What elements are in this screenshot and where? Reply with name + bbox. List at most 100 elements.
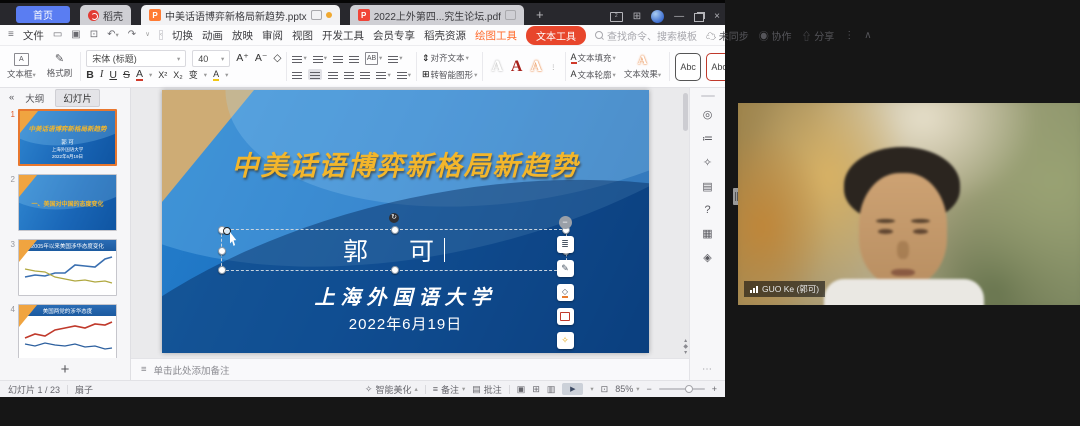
slide-organization[interactable]: 上海外国语大学 bbox=[162, 281, 649, 310]
pdf-tab[interactable]: P 2022上外第四...究生论坛.pdf bbox=[350, 5, 524, 25]
redo-icon[interactable]: ↷ bbox=[128, 30, 136, 40]
sync-status[interactable]: ☁ 未同步 bbox=[706, 28, 749, 43]
theme-name[interactable]: 扇子 bbox=[75, 383, 93, 396]
decrease-indent-button[interactable] bbox=[333, 55, 343, 62]
font-name-select[interactable]: 宋体 (标题)▾ bbox=[86, 50, 186, 67]
numbering-button[interactable]: ▾ bbox=[397, 71, 411, 79]
underline-button[interactable]: U bbox=[109, 70, 117, 81]
play-options-caret[interactable]: ▾ bbox=[590, 385, 593, 393]
clear-format-icon[interactable]: ◇ bbox=[273, 53, 281, 64]
textbox-button[interactable]: A 文本框▾ bbox=[4, 48, 39, 85]
video-call-window[interactable]: GUO Ke (郭可) bbox=[738, 103, 1080, 305]
tab-grid-icon[interactable]: ⊞ bbox=[633, 12, 641, 22]
text-outline-button[interactable]: A文本轮廓▾ bbox=[571, 69, 616, 81]
rotate-handle[interactable]: ↻ bbox=[389, 213, 399, 223]
menu-slideshow[interactable]: 放映 bbox=[232, 28, 253, 43]
premium-gem-icon[interactable]: ◈ bbox=[703, 251, 711, 264]
thumbnail-slide-4[interactable]: 4 美国两党的涉华态度 bbox=[5, 304, 130, 358]
view-mode-icon[interactable]: 2 bbox=[610, 12, 623, 22]
align-left-button[interactable] bbox=[292, 71, 302, 78]
zoom-in-button[interactable]: + bbox=[712, 384, 717, 394]
align-right-button[interactable] bbox=[328, 71, 338, 78]
zoom-out-button[interactable]: − bbox=[646, 384, 651, 394]
home-tab-button[interactable]: 首页 bbox=[16, 6, 70, 23]
slide-date[interactable]: 2022年6月19日 bbox=[162, 313, 649, 334]
collapse-panel-icon[interactable]: « bbox=[9, 92, 14, 103]
zoom-slider-knob[interactable] bbox=[685, 385, 693, 393]
bold-button[interactable]: B bbox=[86, 70, 94, 81]
quick-border-icon[interactable] bbox=[557, 308, 574, 325]
restore-button[interactable] bbox=[694, 13, 704, 22]
undo-icon[interactable]: ↶▾ bbox=[107, 30, 119, 40]
close-button[interactable]: × bbox=[714, 12, 720, 22]
columns-button[interactable]: ▾ bbox=[376, 71, 390, 79]
menu-file[interactable]: 文件 bbox=[23, 28, 44, 43]
zoom-slider[interactable] bbox=[659, 388, 705, 390]
font-size-select[interactable]: 40▾ bbox=[192, 50, 230, 67]
menu-overflow-icon[interactable]: ‹ bbox=[159, 30, 163, 40]
menu-docer-resources[interactable]: 稻壳资源 bbox=[424, 28, 466, 43]
slide-title[interactable]: 中美话语博弈新格局新趋势 bbox=[162, 144, 649, 183]
increase-indent-button[interactable] bbox=[349, 55, 359, 62]
fit-slide-icon[interactable]: ⊡ bbox=[601, 384, 609, 395]
line-spacing-button[interactable]: ▾ bbox=[388, 54, 402, 62]
slide-canvas[interactable]: 中美话语博弈新格局新趋势 ↻ 郭 可 bbox=[162, 90, 649, 353]
zoom-level[interactable]: 85%▾ bbox=[615, 384, 639, 394]
new-doc-icon[interactable]: ▭ bbox=[53, 30, 62, 40]
author-name-text[interactable]: 郭 可 bbox=[222, 230, 566, 270]
help-icon[interactable]: ? bbox=[704, 204, 710, 216]
text-direction-button[interactable]: AB▾ bbox=[365, 52, 382, 65]
decrease-font-button[interactable]: A⁻ bbox=[255, 53, 268, 64]
quick-layout-icon[interactable]: ≣ bbox=[557, 236, 574, 253]
align-center-button-active[interactable] bbox=[308, 69, 322, 80]
superscript-button[interactable]: X² bbox=[158, 71, 167, 80]
quick-edit-pen-icon[interactable]: ✎ bbox=[557, 260, 574, 277]
notes-toggle-button[interactable]: ≡备注▾ bbox=[433, 383, 466, 396]
collaborate-button[interactable]: ◉ 协作 bbox=[759, 28, 792, 43]
new-tab-button[interactable]: + bbox=[536, 7, 544, 22]
font-color-button[interactable]: A bbox=[136, 69, 143, 82]
protect-icon[interactable]: ▦ bbox=[702, 227, 712, 240]
change-case-button[interactable]: 变 bbox=[189, 71, 198, 80]
numbered-list-button[interactable]: ▾ bbox=[313, 54, 327, 62]
menu-devtools[interactable]: 开发工具 bbox=[322, 28, 364, 43]
document-tab-active[interactable]: P 中美话语博弈新格局新趋势.pptx bbox=[141, 5, 340, 25]
reading-view-icon[interactable]: ▥ bbox=[547, 384, 556, 395]
wordart-more-icon[interactable]: ⋮ bbox=[550, 63, 557, 71]
align-text-button[interactable]: ⇕对齐文本▾ bbox=[422, 52, 469, 64]
add-slide-button[interactable]: + bbox=[0, 358, 130, 380]
settings-sliders-icon[interactable]: ≔ bbox=[702, 132, 713, 145]
preview-icon[interactable]: ⊡ bbox=[90, 30, 98, 40]
new-slide-icon[interactable]: ▤ bbox=[702, 180, 712, 193]
thumbnail-slide-1-selected[interactable]: 1 中美话语博弈新格局新趋势 郭 可 上海外国语大学 2022年6月19日 bbox=[5, 109, 130, 166]
normal-view-icon[interactable]: ▣ bbox=[517, 384, 526, 395]
thumbnail-slide-2[interactable]: 2 一、美国对中国的态度变化 bbox=[5, 174, 130, 231]
menu-transition[interactable]: 切换 bbox=[172, 28, 193, 43]
beautify-wand-icon[interactable]: ✧ bbox=[703, 156, 712, 169]
comments-button[interactable]: ▤批注 bbox=[472, 383, 502, 396]
tab-slides-active[interactable]: 幻灯片 bbox=[55, 89, 100, 107]
menu-animation[interactable]: 动画 bbox=[202, 28, 223, 43]
thumbnail-slide-3[interactable]: 3 2005年以来美国涉华态度变化 bbox=[5, 239, 130, 296]
scroll-arrows[interactable]: ▴◆▾ bbox=[683, 338, 688, 356]
font-color-caret[interactable]: ▾ bbox=[149, 71, 152, 79]
distribute-button[interactable] bbox=[360, 71, 370, 78]
format-painter-button[interactable]: ✎ 格式刷 bbox=[44, 48, 76, 85]
smart-beautify-button[interactable]: ✧智能美化▴ bbox=[365, 383, 418, 396]
menu-view[interactable]: 视图 bbox=[292, 28, 313, 43]
collapse-ribbon-icon[interactable]: ∧ bbox=[864, 30, 871, 41]
selected-textbox[interactable]: ↻ 郭 可 bbox=[221, 229, 567, 271]
menu-drawing-tools[interactable]: 绘图工具 bbox=[475, 28, 517, 43]
command-search[interactable]: 查找命令、搜索模板 bbox=[595, 28, 697, 43]
menu-text-tools-active[interactable]: 文本工具 bbox=[526, 26, 586, 45]
bullet-list-button[interactable]: ▾ bbox=[292, 54, 306, 62]
docer-tab[interactable]: 稻壳 bbox=[80, 5, 131, 25]
shape-style-red[interactable]: Abc bbox=[706, 53, 725, 81]
tab-outline[interactable]: 大纲 bbox=[25, 91, 44, 105]
share-button[interactable]: ⇧ 分享 bbox=[802, 28, 835, 43]
strikethrough-button[interactable]: S bbox=[123, 70, 130, 81]
hamburger-icon[interactable]: ≡ bbox=[8, 30, 14, 40]
highlight-button[interactable]: A bbox=[213, 70, 219, 81]
shape-style-black[interactable]: Abc bbox=[675, 53, 701, 81]
phone-sync-icon[interactable]: ◎ bbox=[703, 108, 713, 121]
